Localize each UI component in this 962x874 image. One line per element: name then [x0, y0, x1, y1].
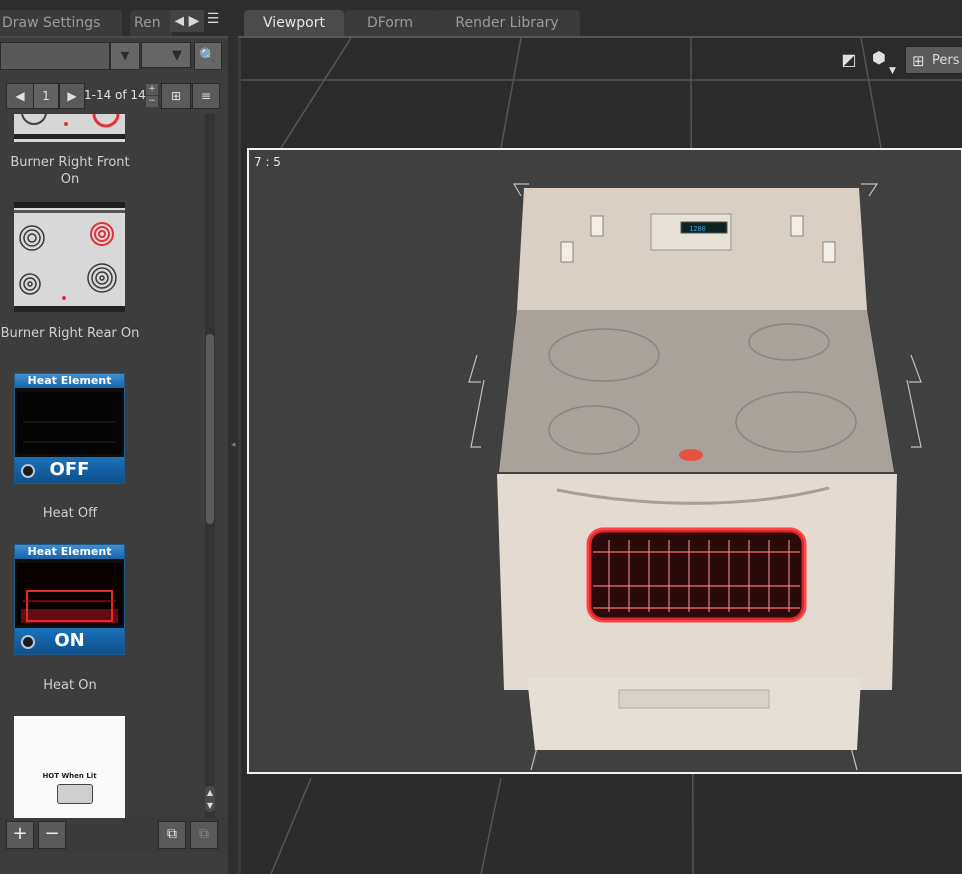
knob-icon [21, 464, 35, 478]
add-icon[interactable]: + [6, 821, 34, 849]
grid-view-icon[interactable]: ⊞ [161, 83, 191, 109]
settings-icon[interactable]: ⧉ [190, 821, 218, 849]
filter-input[interactable] [0, 42, 110, 70]
thumb-burner-right-front[interactable] [14, 114, 125, 142]
page-number-text: 1 [42, 89, 50, 103]
zoom-minus-icon[interactable]: − [146, 96, 158, 107]
tile-title: Heat Element [15, 545, 124, 559]
zoom-plus-icon[interactable]: + [146, 84, 158, 95]
chevron-down-icon[interactable]: ▼ [889, 66, 896, 76]
list-scrollbar[interactable]: ▲ ▼ [205, 114, 215, 818]
cooktop-icon [14, 202, 125, 312]
tab-dform[interactable]: DForm [344, 10, 436, 36]
list-item-label: Burner Right Front On [10, 155, 130, 187]
heat-state-bar: ON [15, 628, 124, 654]
oven-glow-icon [17, 563, 122, 625]
remove-icon[interactable]: − [38, 821, 66, 849]
thumb-heat-on[interactable]: Heat Element ON [14, 544, 125, 655]
camera-icon[interactable]: ◩ [839, 50, 859, 70]
left-tab-strip: Draw Settings Ren ◀ ▶ ☰ [0, 0, 228, 38]
splitter-grip-icon: ◂ [231, 440, 236, 450]
content-library-pane: Draw Settings Ren ◀ ▶ ☰ ▼ ▼ 🔍 ◀ 1 ▶ 1-14… [0, 0, 228, 874]
thumb-burner-right-rear[interactable] [14, 202, 125, 312]
scroll-stepper-icon[interactable]: ▲ ▼ [205, 786, 215, 812]
thumb-heat-off[interactable]: Heat Element OFF [14, 373, 125, 484]
oven-interior-icon [17, 392, 122, 454]
render-frame: 7 : 5 1200 [247, 148, 962, 774]
list-item-label: Heat On [43, 678, 97, 693]
tab-viewport[interactable]: Viewport [244, 10, 344, 36]
heat-state-text: ON [54, 630, 85, 651]
page-range: 1-14 of 14 [84, 88, 146, 102]
pane-splitter[interactable]: ◂ [228, 0, 238, 874]
tab-draw-settings[interactable]: Draw Settings [0, 10, 122, 36]
tab-render-library[interactable]: Render Library [434, 10, 580, 36]
dropdown-icon[interactable]: ▼ [110, 42, 140, 70]
pane-menu-icon[interactable]: ☰ [203, 8, 223, 30]
scroll-thumb[interactable] [206, 334, 214, 524]
view-camera-dropdown[interactable]: ⊞ Pers [905, 46, 962, 74]
indicator-light-icon [57, 784, 93, 804]
tab-render[interactable]: Ren [130, 10, 172, 36]
filter-row: ▼ ▼ 🔍 [0, 40, 228, 70]
perspective-icon[interactable]: ⬢ [869, 48, 889, 68]
list-item-label: Heat Off [42, 506, 98, 521]
search-icon[interactable]: 🔍 [194, 42, 222, 70]
stove-model[interactable]: 1200 [249, 150, 961, 772]
prev-page-icon[interactable]: ◀ [6, 83, 34, 109]
knob-icon [21, 635, 35, 649]
tile-title: Heat Element [15, 374, 124, 388]
right-arrow-icon[interactable]: ▶ [184, 10, 204, 32]
svg-text:1200: 1200 [689, 225, 706, 233]
thumb-hot-when-lit[interactable]: HOT When Lit [14, 716, 125, 818]
heat-state-bar: OFF [15, 457, 124, 483]
tab-render-label: Ren [134, 15, 161, 31]
view-camera-label: Pers [932, 53, 960, 68]
sort-dropdown[interactable]: ▼ [141, 42, 191, 68]
content-list: Burner Right Front On Burner Right Rear … [0, 114, 212, 818]
list-actions: + − ⧉ ⧉ [0, 818, 228, 852]
tab-viewport-label: Viewport [263, 15, 325, 31]
list-item-label: Burner Right Rear On [0, 326, 140, 341]
window-icon: ⊞ [912, 52, 925, 70]
copy-icon[interactable]: ⧉ [158, 821, 186, 849]
next-page-icon[interactable]: ▶ [59, 83, 85, 109]
heat-state-text: OFF [49, 459, 90, 480]
pager-row: ◀ 1 ▶ 1-14 of 14 + − ⊞ ≡ [0, 80, 228, 112]
list-view-icon[interactable]: ≡ [192, 83, 220, 109]
tab-draw-settings-label: Draw Settings [2, 15, 101, 31]
viewport-tab-strip: Viewport DForm Render Library [238, 0, 962, 38]
tile-text: HOT When Lit [42, 772, 97, 780]
tab-dform-label: DForm [366, 15, 414, 31]
cooktop-icon [14, 114, 125, 142]
page-number[interactable]: 1 [33, 83, 59, 109]
tab-render-library-label: Render Library [455, 15, 559, 31]
